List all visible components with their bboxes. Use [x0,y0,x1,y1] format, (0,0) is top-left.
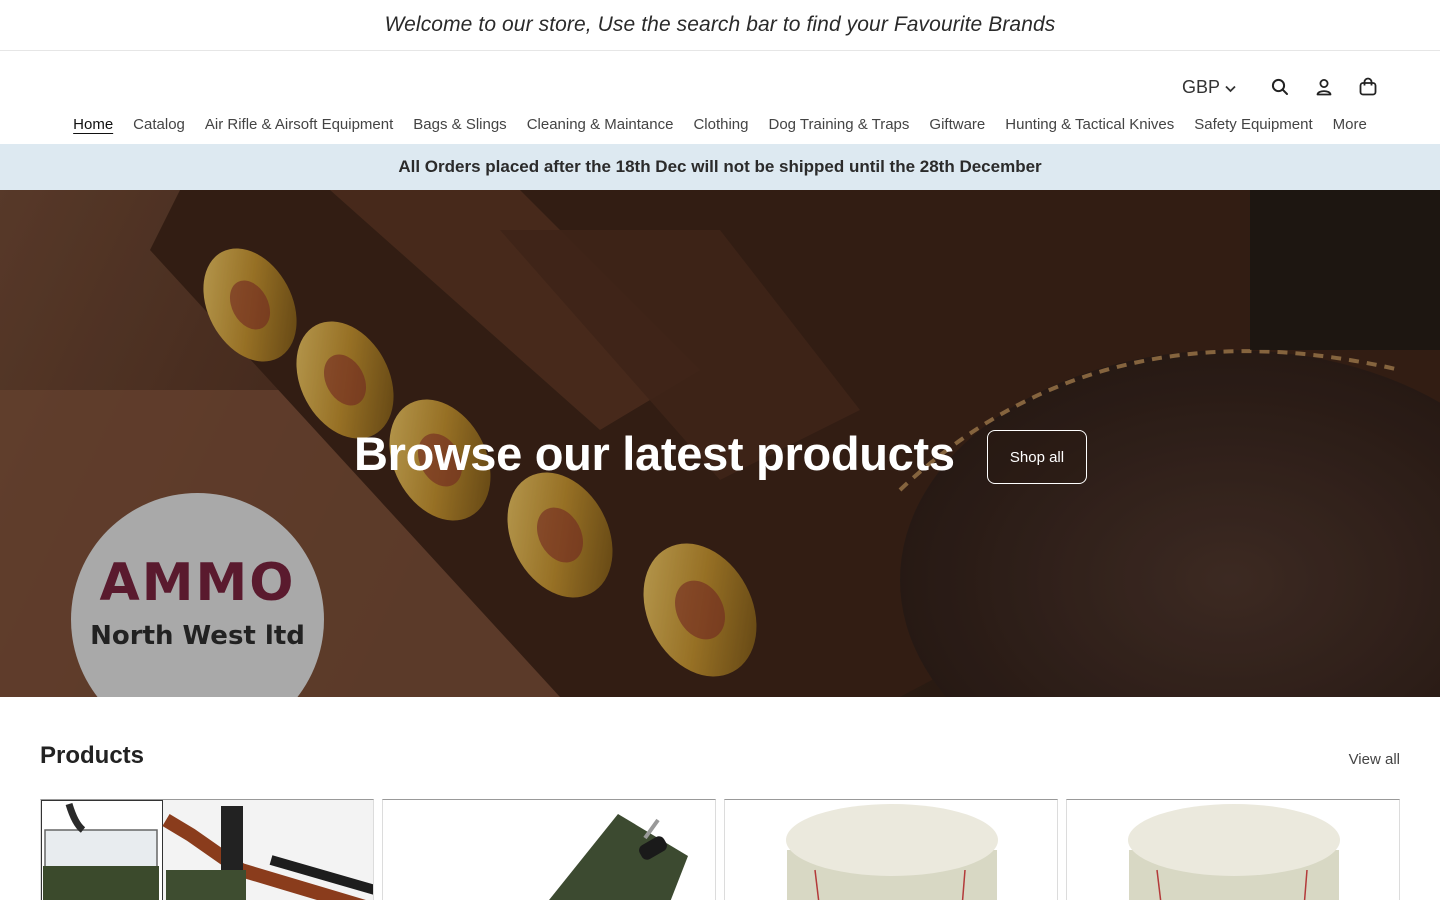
announcement-bar: Welcome to our store, Use the search bar… [0,0,1440,51]
announcement-text: Welcome to our store, Use the search bar… [384,13,1056,36]
product-grid [40,799,1400,900]
product-card[interactable] [1066,799,1400,900]
shipping-notice-text: All Orders placed after the 18th Dec wil… [398,157,1042,176]
currency-selector[interactable]: GBP [1182,77,1236,98]
product-card[interactable] [40,799,374,900]
logo-text-ammo: AMMO [99,553,296,613]
shop-all-label: Shop all [1009,448,1065,466]
nav-item-home[interactable]: Home [63,116,123,133]
product-image [383,800,715,900]
nav-item-safety-equipment[interactable]: Safety Equipment [1184,116,1322,133]
product-image [1067,800,1399,900]
logo-text-northwest: North West ltd [90,621,305,651]
products-heading: Products [40,742,145,769]
nav-item-clothing[interactable]: Clothing [683,116,758,133]
nav-item-dog-training-traps[interactable]: Dog Training & Traps [759,116,920,133]
search-icon[interactable] [1258,72,1302,102]
nav-item-hunting-knives[interactable]: Hunting & Tactical Knives [995,116,1184,133]
product-card[interactable] [724,799,1058,900]
product-image [725,800,1057,900]
product-card[interactable] [382,799,716,900]
nav-item-catalog[interactable]: Catalog [123,116,195,133]
currency-label: GBP [1181,76,1220,97]
shipping-notice-bar: All Orders placed after the 18th Dec wil… [0,144,1440,190]
shop-all-button[interactable]: Shop all [987,430,1087,484]
hero-banner: AMMO North West ltd Browse our latest pr… [0,190,1440,697]
nav-item-more[interactable]: More [1323,116,1377,133]
hero-title: Browse our latest products [354,427,955,480]
nav-item-bags-slings[interactable]: Bags & Slings [403,116,516,133]
main-nav: Home Catalog Air Rifle & Airsoft Equipme… [0,112,1440,136]
cart-icon[interactable] [1346,72,1390,102]
nav-item-air-rifle-airsoft[interactable]: Air Rifle & Airsoft Equipment [195,116,403,133]
nav-item-giftware[interactable]: Giftware [919,116,995,133]
product-image [41,800,373,900]
chevron-down-icon [1225,77,1236,98]
view-all-link[interactable]: View all [1349,751,1400,768]
account-icon[interactable] [1302,72,1346,102]
header-actions: GBP [1182,72,1390,102]
nav-item-cleaning-maintance[interactable]: Cleaning & Maintance [517,116,684,133]
